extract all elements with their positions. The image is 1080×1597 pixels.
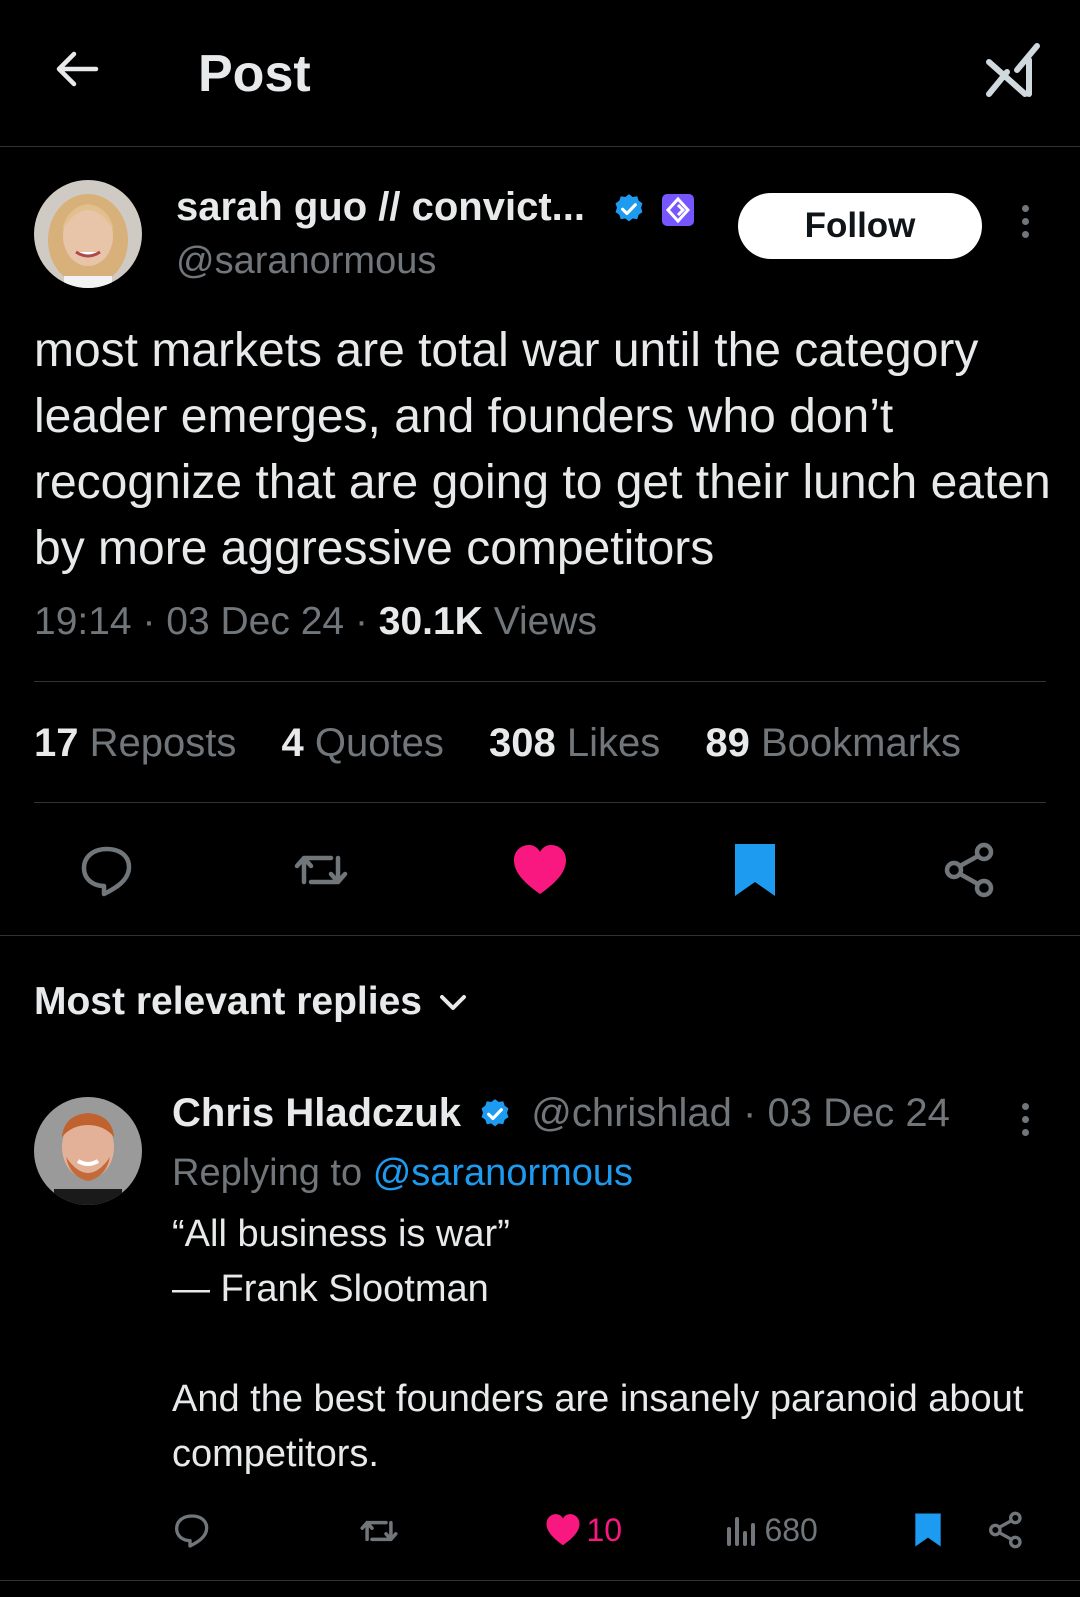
post-date[interactable]: 03 Dec 24 xyxy=(166,600,344,643)
bookmark-icon[interactable] xyxy=(725,840,785,900)
reply-line: — Frank Slootman xyxy=(172,1268,489,1310)
reposts-stat[interactable]: 17 Reposts xyxy=(34,721,236,765)
post-meta: 19:14 · 03 Dec 24 · 30.1K Views xyxy=(34,597,597,647)
divider xyxy=(0,1580,1080,1581)
author-avatar-image xyxy=(34,180,142,288)
top-bar: Post xyxy=(0,0,1080,147)
follow-button[interactable]: Follow xyxy=(738,193,982,259)
reply-line: And the best founders are insanely paran… xyxy=(172,1378,1024,1475)
divider xyxy=(34,681,1046,682)
replying-label: Replying to xyxy=(172,1152,363,1194)
author-name[interactable]: sarah guo // convict... xyxy=(176,182,585,232)
divider xyxy=(0,935,1080,936)
chevron-down-icon[interactable] xyxy=(438,990,468,1016)
back-arrow-icon[interactable] xyxy=(52,44,102,94)
reply-text: “All business is war” — Frank Slootman A… xyxy=(172,1207,1052,1482)
reply-avatar-image xyxy=(34,1097,142,1205)
replies-sort-label[interactable]: Most relevant replies xyxy=(34,977,422,1027)
replying-handle-link[interactable]: @saranormous xyxy=(373,1152,633,1194)
bookmark-icon[interactable] xyxy=(909,1510,947,1550)
like-icon xyxy=(546,1514,580,1546)
reply-author-name[interactable]: Chris Hladczuk xyxy=(172,1091,461,1135)
views-label: Views xyxy=(493,600,598,643)
reply-date[interactable]: 03 Dec 24 xyxy=(767,1091,949,1135)
quotes-stat[interactable]: 4 Quotes xyxy=(282,721,444,765)
share-icon[interactable] xyxy=(940,840,1000,900)
divider xyxy=(34,802,1046,803)
separator: · xyxy=(743,1091,757,1135)
reply-blank-line xyxy=(172,1317,1052,1372)
like-icon[interactable] xyxy=(510,840,570,900)
reply-views[interactable]: 680 xyxy=(724,1510,818,1550)
page-title: Post xyxy=(198,45,311,103)
reply-header: Chris Hladczuk @chrishlad · 03 Dec 24 xyxy=(172,1088,950,1138)
verified-badge-icon xyxy=(481,1099,509,1127)
reply-like-button[interactable]: 10 xyxy=(544,1510,622,1550)
reply-like-count: 10 xyxy=(586,1512,623,1548)
more-icon[interactable] xyxy=(1020,205,1030,245)
share-icon[interactable] xyxy=(986,1510,1026,1550)
reply-author-avatar[interactable] xyxy=(34,1097,142,1205)
reply-views-count: 680 xyxy=(764,1512,818,1548)
post-time[interactable]: 19:14 xyxy=(34,600,132,643)
author-handle[interactable]: @saranormous xyxy=(176,236,436,286)
repost-icon[interactable] xyxy=(291,840,351,900)
reply-line: “All business is war” xyxy=(172,1213,510,1255)
reply-more-icon[interactable] xyxy=(1020,1103,1030,1143)
verified-badge-icon xyxy=(615,194,643,222)
reply-author-handle[interactable]: @chrishlad xyxy=(531,1091,732,1135)
likes-stat[interactable]: 308 Likes xyxy=(489,721,660,765)
reply-icon[interactable] xyxy=(172,1510,212,1550)
separator: · xyxy=(354,600,368,643)
separator: · xyxy=(142,600,156,643)
author-avatar[interactable] xyxy=(34,180,142,288)
affiliate-badge-icon[interactable] xyxy=(661,193,695,227)
replying-to: Replying to @saranormous xyxy=(172,1148,633,1198)
views-count: 30.1K xyxy=(378,600,483,643)
engagement-stats: 17 Reposts 4 Quotes 308 Likes 89 Bookmar… xyxy=(34,718,995,768)
post-text: most markets are total war until the cat… xyxy=(34,324,1051,575)
views-icon xyxy=(727,1517,755,1546)
reply-icon[interactable] xyxy=(77,840,137,900)
grok-icon[interactable] xyxy=(985,42,1041,98)
bookmarks-stat[interactable]: 89 Bookmarks xyxy=(705,721,961,765)
repost-icon[interactable] xyxy=(358,1510,400,1552)
